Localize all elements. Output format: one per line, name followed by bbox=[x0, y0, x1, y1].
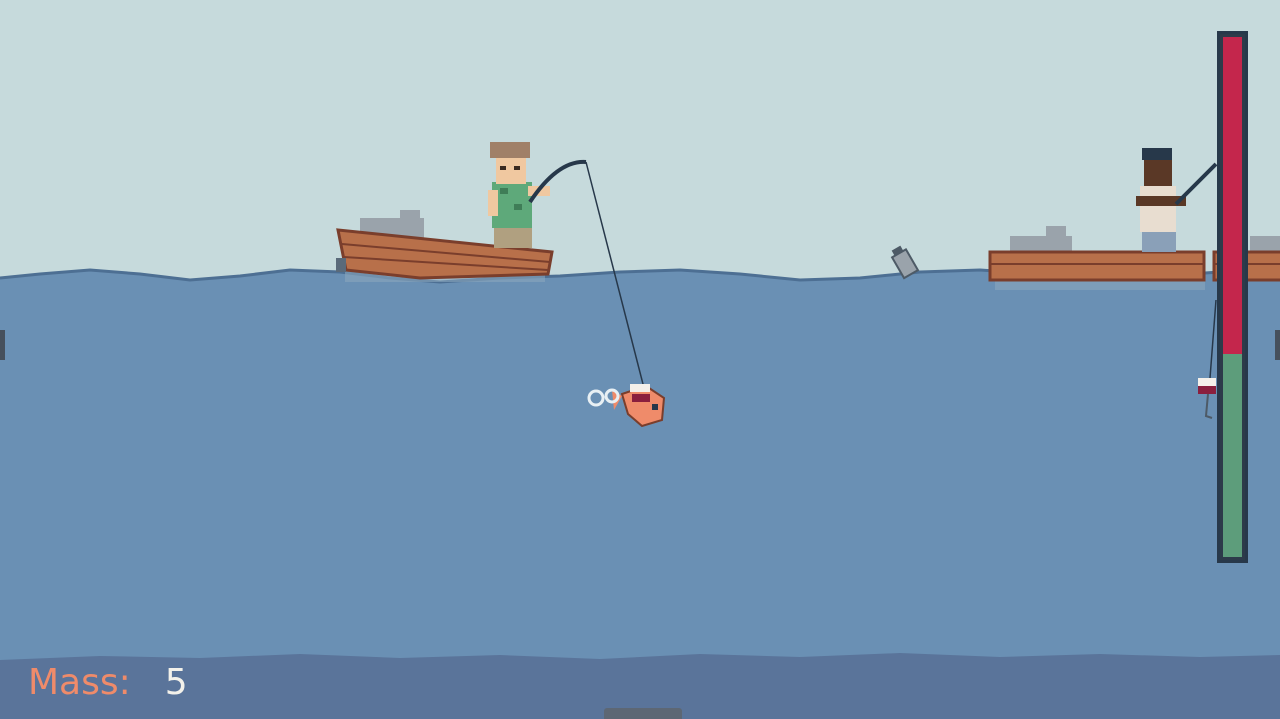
tension-meter bbox=[1217, 31, 1248, 563]
left-edge-handle bbox=[0, 330, 5, 360]
mass-value: 5 bbox=[164, 662, 188, 703]
bottom-tab[interactable] bbox=[604, 708, 682, 719]
game-scene bbox=[0, 0, 1280, 719]
tension-meter-green-fill bbox=[1223, 354, 1242, 557]
game-viewport[interactable]: Mass: 5 bbox=[0, 0, 1280, 719]
water-surface bbox=[0, 270, 1280, 660]
right-edge-handle bbox=[1275, 330, 1280, 360]
mass-label: Mass: bbox=[28, 662, 131, 703]
tension-meter-red-fill bbox=[1223, 37, 1242, 354]
mass-display: Mass: 5 bbox=[28, 662, 188, 703]
